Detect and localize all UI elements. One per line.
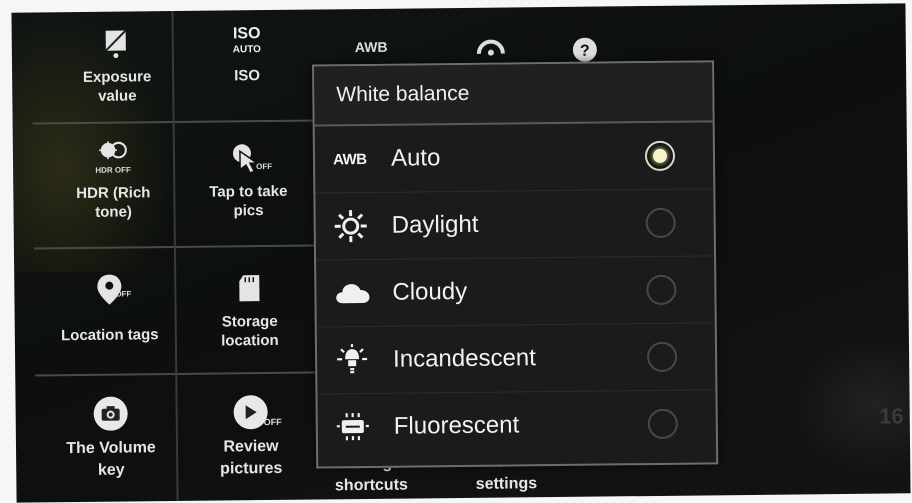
review-label: Review pictures — [220, 437, 283, 478]
wb-option-label: Daylight — [391, 210, 479, 239]
hdr-off-text: HDR OFF — [95, 165, 131, 175]
iso-auto-icon: ISO AUTO — [232, 25, 261, 56]
wb-option-fluorescent[interactable]: Fluorescent — [317, 390, 716, 460]
location-label: Location tags — [60, 326, 159, 345]
sun-icon — [334, 209, 386, 244]
tap-off-text: OFF — [256, 161, 273, 172]
wb-option-cloudy[interactable]: Cloudy — [316, 256, 715, 328]
tap-icon: OFF — [230, 138, 272, 178]
wb-option-label: Cloudy — [392, 277, 468, 306]
hdr-label: HDR (Rich tone) — [76, 184, 151, 221]
white-balance-popup: White balance AWB Auto Daylight Cloudy I… — [312, 60, 719, 469]
radio-selected[interactable] — [644, 140, 676, 172]
wb-option-incandescent[interactable]: Incandescent — [316, 323, 716, 395]
volume-key-label: The Volume key — [66, 439, 156, 479]
cloud-icon — [334, 281, 386, 306]
popup-title: White balance — [314, 62, 713, 127]
sd-card-icon — [237, 268, 261, 308]
review-off-text: OFF — [263, 416, 282, 428]
wb-option-daylight[interactable]: Daylight — [315, 189, 715, 261]
volume-key-setting[interactable]: The Volume key — [35, 393, 186, 483]
radio-unselected[interactable] — [647, 408, 678, 440]
timer-icon[interactable] — [476, 38, 505, 59]
exposure-value-setting[interactable]: Exposure value — [52, 23, 183, 106]
radio-unselected[interactable] — [645, 207, 676, 239]
exposure-label: Exposure value — [82, 68, 152, 105]
storage-location-setting[interactable]: Storage location — [184, 268, 315, 351]
bulb-icon — [335, 343, 387, 378]
awb-icon[interactable]: AWB — [355, 39, 388, 55]
iso-label: ISO — [234, 67, 261, 85]
tap-label: Tap to take pics — [209, 182, 288, 220]
wb-option-label: Incandescent — [392, 344, 537, 373]
hdr-setting[interactable]: HDR OFF HDR (Rich tone) — [38, 139, 189, 223]
review-pictures-setting[interactable]: OFF Review pictures — [185, 392, 316, 481]
wb-option-label: Auto — [390, 144, 441, 172]
location-off-text: OFF — [115, 289, 132, 299]
svg-text:?: ? — [580, 43, 590, 60]
wb-option-label: Fluorescent — [393, 411, 520, 440]
storage-label: Storage location — [221, 312, 279, 350]
location-icon: OFF — [95, 270, 131, 310]
radio-unselected[interactable] — [646, 274, 677, 306]
wb-option-auto[interactable]: AWB Auto — [314, 122, 714, 194]
awb-icon: AWB — [332, 150, 367, 168]
fluorescent-icon — [336, 410, 388, 445]
location-tags-setting[interactable]: OFF Location tags — [34, 269, 185, 346]
radio-unselected[interactable] — [646, 341, 678, 373]
background-number: 16 — [879, 403, 904, 429]
tap-to-take-pics-setting[interactable]: OFF Tap to take pics — [183, 138, 314, 221]
review-play-icon: OFF — [233, 392, 282, 432]
camera-settings-screen: AWB ? Exposure value ISO AUTO ISO HDR OFF… — [11, 3, 911, 503]
camera-icon — [93, 394, 128, 434]
grid-divider — [35, 371, 326, 377]
hdr-icon: HDR OFF — [93, 139, 133, 179]
iso-setting[interactable]: ISO AUTO ISO — [187, 22, 308, 86]
exposure-icon — [104, 23, 130, 63]
